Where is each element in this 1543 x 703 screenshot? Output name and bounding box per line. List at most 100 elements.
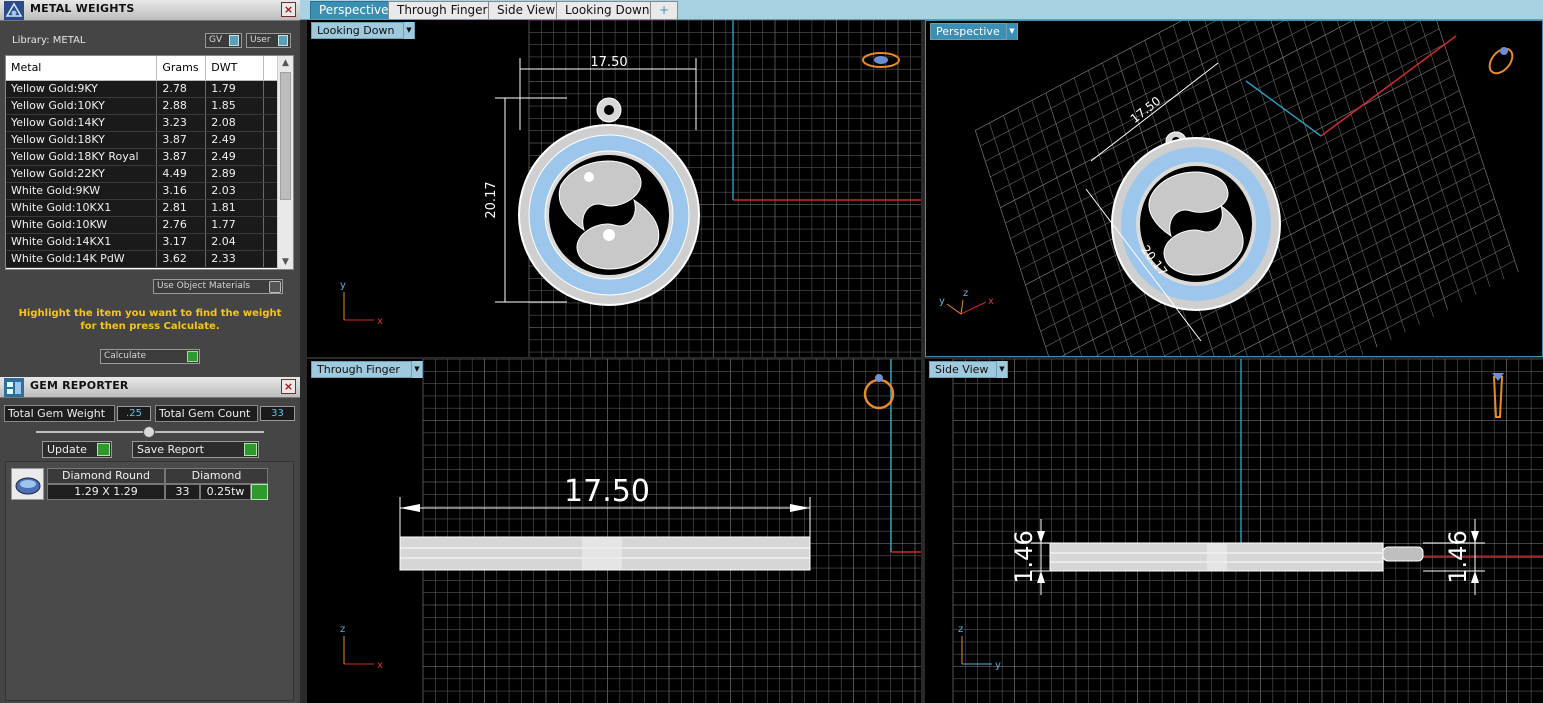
chevron-down-icon[interactable]: ▼	[1006, 23, 1017, 40]
table-cell-dwt: 2.49	[205, 131, 265, 149]
viewport-label-through-finger[interactable]: Through Finger ▼	[311, 361, 423, 378]
ring-thumbnail-icon	[862, 52, 900, 68]
tab-through-finger[interactable]: Through Finger	[388, 1, 497, 19]
table-cell-grams: 3.23	[156, 114, 207, 132]
gem-reporter-close-icon[interactable]: ×	[281, 379, 296, 394]
table-row[interactable]: White Gold:10KW 2.76 1.77	[6, 216, 278, 234]
table-row[interactable]: Yellow Gold:18KY Royal 3.87 2.49	[6, 148, 278, 166]
table-cell-metal: Yellow Gold:18KY	[6, 131, 158, 149]
metal-weights-close-icon[interactable]: ×	[281, 2, 296, 17]
chevron-down-icon[interactable]: ▼	[996, 361, 1007, 378]
metal-weights-header: METAL WEIGHTS ×	[0, 0, 300, 21]
table-row[interactable]: White Gold:14K PdW 3.62 2.33	[6, 250, 278, 268]
axis-triad: x y z	[939, 288, 994, 315]
left-panel: METAL WEIGHTS × Library: METAL GV User M…	[0, 0, 300, 703]
dimension-height-label: 20.17	[484, 181, 499, 218]
table-cell-metal: Yellow Gold:22KY	[6, 165, 158, 183]
column-header-grams[interactable]: Grams	[156, 56, 207, 81]
table-row[interactable]: Yellow Gold:14KY 3.23 2.08	[6, 114, 278, 132]
table-cell-metal: White Gold:10KW	[6, 216, 158, 234]
table-cell-dwt: 2.49	[205, 148, 265, 166]
use-object-materials-button[interactable]: Use Object Materials	[153, 279, 283, 294]
viewport-label-looking-down[interactable]: Looking Down ▼	[311, 22, 415, 39]
axis-label-z: z	[340, 624, 345, 635]
add-tab-icon[interactable]: +	[650, 1, 678, 19]
table-cell-spacer	[263, 97, 278, 115]
use-object-materials-label: Use Object Materials	[157, 281, 251, 291]
viewport-side-view[interactable]: Side View ▼ 1.46 1.46 y z	[925, 359, 1543, 703]
table-cell-grams: 2.81	[156, 199, 207, 217]
view-tab-bar: Perspective Through Finger Side View Loo…	[300, 0, 1543, 20]
viewport-label-perspective[interactable]: Perspective ▼	[930, 23, 1018, 40]
chevron-down-icon[interactable]: ▼	[403, 22, 414, 39]
gv-toggle[interactable]: GV	[205, 33, 242, 48]
table-cell-spacer	[263, 114, 278, 132]
table-row[interactable]: White Gold:10KX1 2.81 1.81	[6, 199, 278, 217]
column-header-metal[interactable]: Metal	[6, 56, 158, 81]
viewport-perspective[interactable]: Perspective ▼ 17.50 20.17 x y z	[925, 20, 1543, 357]
total-gem-count-label: Total Gem Count	[155, 405, 258, 422]
table-cell-dwt: 2.33	[205, 250, 265, 268]
calculate-hint: Highlight the item you want to find the …	[18, 308, 282, 332]
table-cell-grams: 3.87	[156, 131, 207, 149]
scroll-thumb[interactable]	[280, 72, 291, 200]
chevron-down-icon[interactable]: ▼	[411, 361, 422, 378]
axis-label-x: x	[377, 660, 383, 671]
table-row[interactable]: Yellow Gold:18KY 3.87 2.49	[6, 131, 278, 149]
ring-thumbnail-icon	[1492, 373, 1504, 418]
ring-thumbnail-icon	[863, 374, 895, 410]
viewport-through-finger[interactable]: Through Finger ▼ 17.50 x z	[307, 359, 921, 703]
scroll-down-icon[interactable]: ▼	[278, 255, 293, 269]
gem-go-button[interactable]	[251, 484, 268, 500]
user-label: User	[250, 35, 271, 45]
calculate-label: Calculate	[104, 351, 147, 361]
metal-table[interactable]: Metal Grams DWT Yellow Gold:9KY 2.78 1.79 Y…	[5, 55, 294, 270]
gv-toggle-icon	[229, 35, 239, 46]
table-cell-metal: Yellow Gold:10KY	[6, 97, 158, 115]
gem-reporter-title: GEM REPORTER	[30, 379, 129, 392]
diamond-round-thumbnail[interactable]	[11, 468, 44, 500]
table-row[interactable]: Yellow Gold:10KY 2.88 1.85	[6, 97, 278, 115]
table-row[interactable]: White Gold:9KW 3.16 2.03	[6, 182, 278, 200]
calculate-button[interactable]: Calculate	[100, 349, 200, 364]
viewport-looking-down[interactable]: Looking Down ▼ 17.50 20.17 x y	[307, 20, 921, 357]
table-cell-metal: White Gold:14K PdW	[6, 250, 158, 268]
use-object-materials-icon	[269, 281, 281, 293]
table-row[interactable]: Yellow Gold:9KY 2.78 1.79	[6, 80, 278, 98]
tab-looking-down[interactable]: Looking Down	[556, 1, 659, 19]
viewport-label-text: Looking Down	[317, 24, 395, 37]
table-cell-grams: 3.87	[156, 148, 207, 166]
table-cell-spacer	[263, 148, 278, 166]
update-go-icon	[97, 443, 110, 456]
metal-weights-icon	[4, 1, 24, 20]
update-button[interactable]: Update	[42, 441, 112, 458]
viewport-label-side-view[interactable]: Side View ▼	[929, 361, 1008, 378]
table-cell-dwt: 1.77	[205, 216, 265, 234]
table-cell-spacer	[263, 165, 278, 183]
table-row[interactable]: White Gold:14KX1 3.17 2.04	[6, 233, 278, 251]
table-cell-metal: Yellow Gold:18KY Royal	[6, 148, 158, 166]
tab-side-view[interactable]: Side View	[488, 1, 565, 19]
side-view-scene: 1.46 1.46 y z	[952, 359, 1543, 703]
metal-weights-title: METAL WEIGHTS	[30, 2, 135, 15]
table-cell-grams: 2.76	[156, 216, 207, 234]
gem-slider-handle[interactable]	[143, 426, 155, 438]
table-cell-metal: White Gold:10KX1	[6, 199, 158, 217]
save-report-button[interactable]: Save Report	[132, 441, 259, 458]
gem-count-cell: 33	[165, 484, 200, 500]
table-cell-metal: White Gold:9KW	[6, 182, 158, 200]
table-cell-spacer	[263, 233, 278, 251]
through-finger-scene: 17.50 x z	[340, 359, 921, 703]
table-row[interactable]: Yellow Gold:22KY 4.49 2.89	[6, 165, 278, 183]
user-toggle[interactable]: User	[246, 33, 291, 48]
pendant-side-view	[1049, 542, 1424, 572]
column-header-dwt[interactable]: DWT	[205, 56, 265, 81]
tab-perspective[interactable]: Perspective	[310, 1, 398, 19]
total-gem-count-value: 33	[260, 406, 295, 421]
scroll-up-icon[interactable]: ▲	[278, 56, 293, 70]
table-cell-spacer	[263, 182, 278, 200]
viewport-label-text: Through Finger	[317, 363, 400, 376]
axis-label-y: y	[995, 660, 1001, 671]
gem-reporter-header: GEM REPORTER ×	[0, 377, 300, 398]
metal-table-scrollbar[interactable]: ▲ ▼	[277, 56, 293, 269]
